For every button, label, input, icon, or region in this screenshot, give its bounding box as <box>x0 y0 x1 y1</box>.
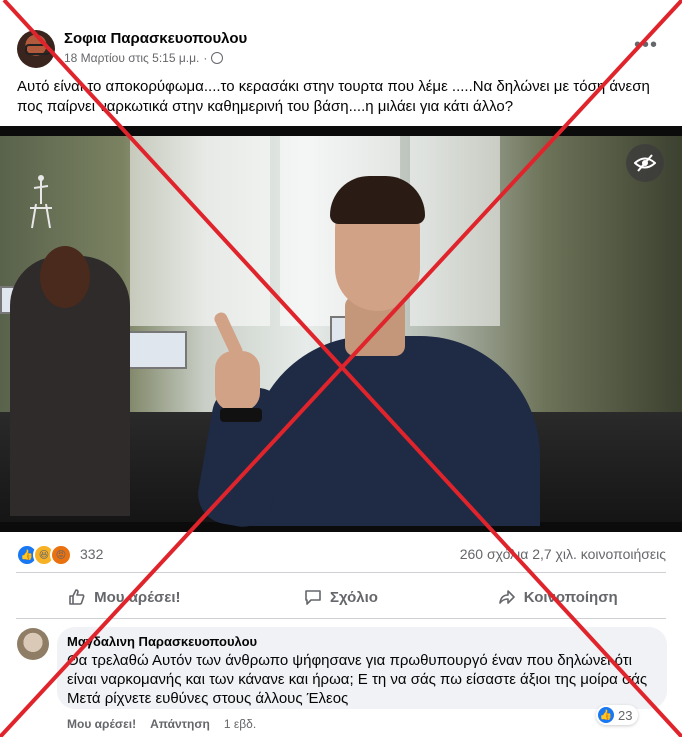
post-author[interactable]: Σοφια Παρασκευοπουλου <box>64 30 247 47</box>
reaction-icons[interactable]: 👍 😆 😡 <box>16 544 72 566</box>
globe-icon <box>211 52 224 64</box>
post-actions: Μου αρέσει! Σχόλιο Κοινοποίηση <box>16 580 666 614</box>
divider <box>16 572 666 573</box>
video-player[interactable] <box>0 126 682 532</box>
like-button[interactable]: Μου αρέσει! <box>16 580 233 614</box>
comment-reply-link[interactable]: Απάντηση <box>150 717 210 731</box>
comment-button[interactable]: Σχόλιο <box>233 580 450 614</box>
speech-bubble-icon <box>305 590 321 605</box>
comments-shares-count[interactable]: 260 σχόλια 2,7 χιλ. κοινοποιήσεις <box>460 546 666 562</box>
author-avatar[interactable] <box>17 30 55 68</box>
like-reaction-icon: 👍 <box>598 707 614 723</box>
angry-reaction-icon: 😡 <box>50 544 72 566</box>
comment-like-count: 23 <box>618 707 633 723</box>
share-button[interactable]: Κοινοποίηση <box>449 580 666 614</box>
comment-age[interactable]: 1 εβδ. <box>224 717 256 731</box>
eye-slash-icon[interactable] <box>626 144 664 182</box>
channel-logo <box>30 175 52 229</box>
reaction-count[interactable]: 332 <box>80 546 103 562</box>
comment-actions: Μου αρέσει! Απάντηση 1 εβδ. <box>67 717 256 731</box>
comment-reactions[interactable]: 👍 23 <box>596 705 639 725</box>
post-meta: 18 Μαρτίου στις 5:15 μ.μ. · <box>64 51 224 65</box>
post-card: Σοφια Παρασκευοπουλου 18 Μαρτίου στις 5:… <box>0 0 682 737</box>
post-text: Αυτό είναι το αποκορύφωμα....το κερασάκι… <box>17 78 650 115</box>
comment-author[interactable]: Μαγδαλινη Παρασκευοπουλου <box>67 634 257 649</box>
commenter-avatar[interactable] <box>17 628 49 660</box>
more-options-icon[interactable]: ••• <box>634 34 658 57</box>
comment-like-link[interactable]: Μου αρέσει! <box>67 717 136 731</box>
share-button-label: Κοινοποίηση <box>523 588 618 606</box>
like-button-label: Μου αρέσει! <box>94 588 181 606</box>
post-timestamp[interactable]: 18 Μαρτίου στις 5:15 μ.μ. <box>64 51 199 65</box>
divider <box>16 618 666 619</box>
thumbs-up-icon <box>69 589 85 605</box>
comment-text: Θα τρελαθώ Αυτόν των άνθρωπο ψήφησανε γι… <box>67 652 648 707</box>
comment-button-label: Σχόλιο <box>330 588 378 606</box>
video-frame <box>0 136 682 532</box>
share-arrow-icon <box>498 590 515 604</box>
comment-bubble: Μαγδαλινη Παρασκευοπουλου Θα τρελαθώ Αυτ… <box>57 627 667 709</box>
reactions-summary: 👍 😆 😡 332 260 σχόλια 2,7 χιλ. κοινοποιήσ… <box>16 544 666 566</box>
